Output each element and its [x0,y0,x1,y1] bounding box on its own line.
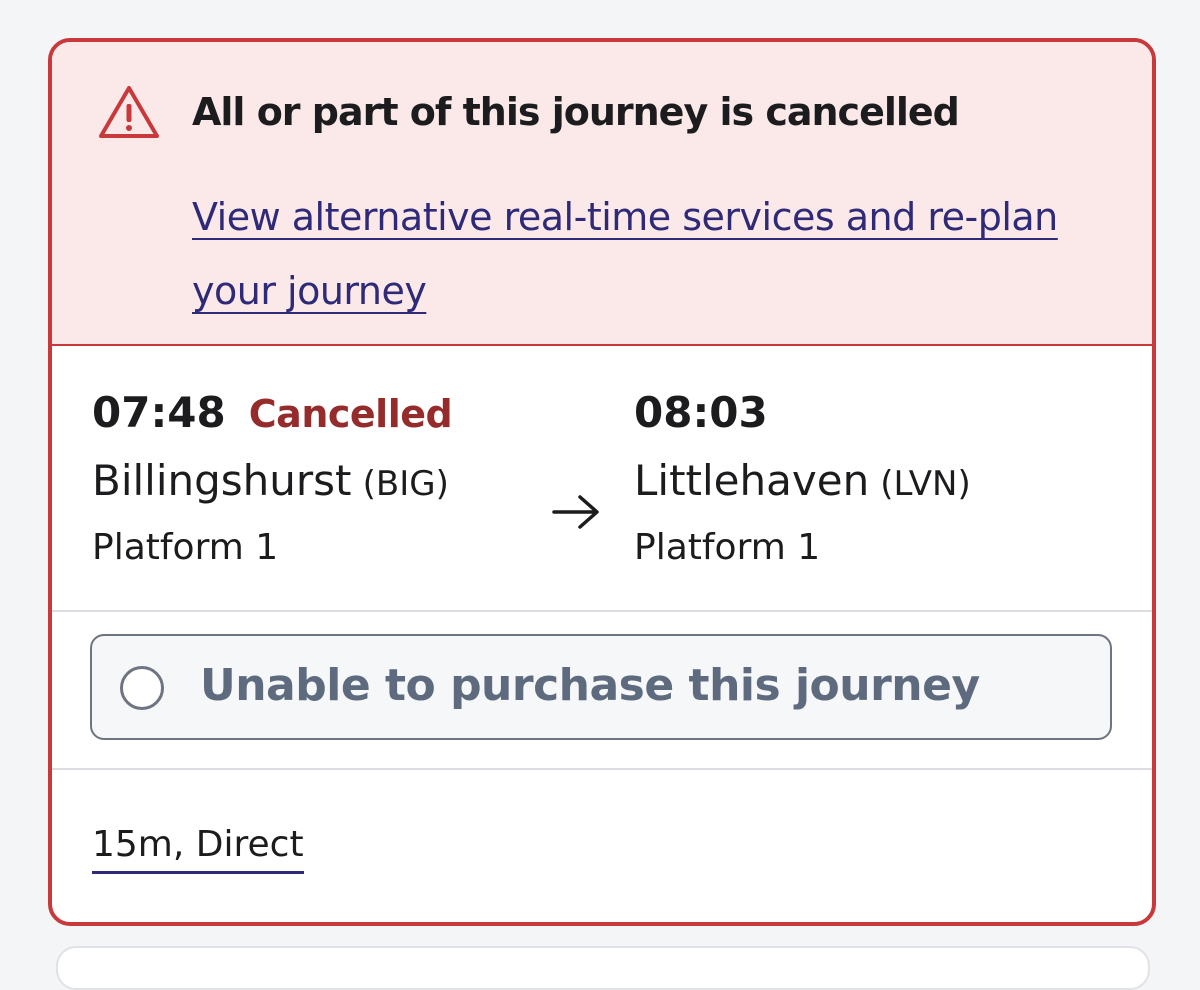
departure-time: 07:48 [92,388,226,437]
journey-duration-link[interactable]: 15m, Direct [92,824,304,874]
purchase-radio[interactable] [120,666,164,710]
journey-card: All or part of this journey is cancelled… [48,38,1156,926]
alert-title: All or part of this journey is cancelled [192,90,960,134]
destination-platform: Platform 1 [634,527,821,568]
arrow-right-icon [550,492,602,532]
replan-journey-link[interactable]: View alternative real-time services and … [192,180,1102,328]
purchase-unavailable-label: Unable to purchase this journey [200,660,980,711]
warning-triangle-icon [97,84,161,140]
purchase-section: Unable to purchase this journey [52,610,1152,770]
purchase-option[interactable]: Unable to purchase this journey [90,634,1112,740]
arrival-time: 08:03 [634,388,768,437]
next-journey-card[interactable] [56,946,1150,990]
journey-details: 07:48 Cancelled Billingshurst (BIG) Plat… [52,346,1152,612]
origin-station-code: (BIG) [362,464,449,504]
origin-stop: 07:48 Cancelled Billingshurst (BIG) Plat… [92,388,453,568]
origin-platform: Platform 1 [92,527,279,568]
destination-station-code: (LVN) [880,464,971,504]
cancellation-alert: All or part of this journey is cancelled… [52,42,1152,346]
destination-stop: 08:03 Littlehaven (LVN) Platform 1 [634,388,971,568]
cancelled-status: Cancelled [248,392,453,436]
origin-station: Billingshurst [92,456,352,505]
destination-station: Littlehaven [634,456,870,505]
